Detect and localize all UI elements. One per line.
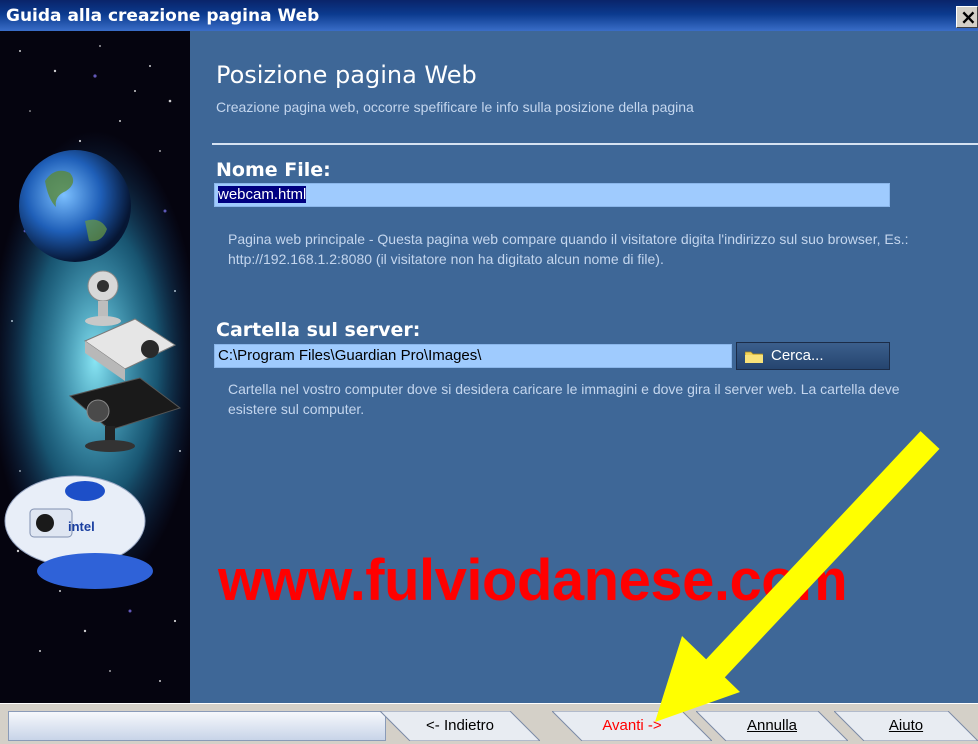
wizard-window: Guida alla creazione pagina Web × intel …	[0, 0, 978, 744]
yellow-arrow-annotation	[655, 431, 940, 722]
